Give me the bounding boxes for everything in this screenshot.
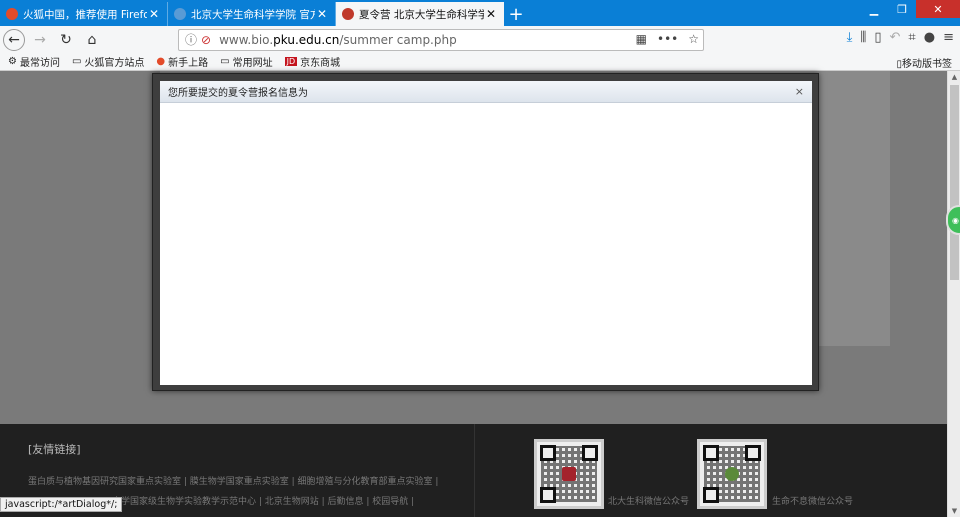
scroll-up-icon[interactable]: ▲ (950, 73, 959, 81)
art-dialog: 您所要提交的夏令营报名信息为 × (152, 73, 819, 391)
url-path: /summer camp.php (339, 32, 457, 47)
tab-title: 北京大学生命科学学院 官方网站 (191, 8, 315, 21)
tab-summer-camp[interactable]: 夏令营 北京大学生命科学学院 ✕ (336, 2, 504, 26)
bookmark-item[interactable]: ▭ 常用网址 (220, 54, 272, 69)
pku-logo-icon (562, 467, 576, 481)
tab-strip: 火狐中国，推荐使用 Firefox 火 ✕ 北京大学生命科学学院 官方网站 ✕ … (0, 0, 960, 26)
wechat-qr-code (697, 439, 767, 509)
status-bar: javascript:/*artDialog*/; (0, 497, 123, 512)
window-controls: ▁ ❐ ✕ (860, 0, 960, 18)
wechat-qr-code (534, 439, 604, 509)
bookmark-item[interactable]: JD 京东商城 (284, 54, 340, 69)
address-bar[interactable]: ⓘ ⊘ www.bio. pku.edu.cn/summer camp.php ▦… (178, 28, 704, 51)
close-tab-icon[interactable]: ✕ (484, 7, 498, 21)
qr-caption: 北大生科微信公众号 (608, 497, 690, 507)
library-icon[interactable]: ⫼ (860, 30, 866, 45)
bookmark-item[interactable]: ⚙ 最常访问 (8, 54, 60, 69)
tracking-blocked-icon[interactable]: ⊘ (201, 33, 211, 47)
maximize-icon[interactable]: ❐ (888, 0, 916, 18)
folder-icon: ▭ (71, 56, 82, 67)
qr-code-icon[interactable]: ▦ (636, 32, 647, 46)
side-widget-icon: ◉ (952, 215, 959, 225)
home-icon[interactable]: ⌂ (81, 29, 103, 51)
page-actions-icon[interactable]: ••• (657, 32, 678, 46)
info-icon[interactable]: ⓘ (185, 31, 197, 48)
bookmark-star-icon[interactable]: ☆ (688, 32, 699, 46)
download-icon[interactable]: ⤓ (847, 30, 853, 45)
footer-links-title: [友情链接] (28, 443, 81, 456)
folder-icon: ▭ (220, 56, 230, 67)
screenshot-icon[interactable]: ⌗ (908, 30, 915, 45)
navigation-toolbar: ← → ↻ ⌂ ⓘ ⊘ www.bio. pku.edu.cn/summer ca… (0, 26, 960, 53)
footer-links-row[interactable]: 大学国家级生物学实验教学示范中心 | 北京生物网站 | 后勤信息 | 校园导航 … (112, 494, 414, 507)
url-domain: pku.edu.cn (273, 32, 340, 47)
window-close-icon[interactable]: ✕ (916, 0, 960, 18)
footer: [友情链接] 蛋白质与植物基因研究国家重点实验室 | 膜生物学国家重点实验室 |… (0, 424, 947, 517)
minimize-icon[interactable]: ▁ (860, 0, 888, 18)
pku-icon (174, 8, 186, 20)
bookmark-item[interactable]: ● 新手上路 (156, 54, 208, 69)
bookmark-item[interactable]: ▭ 火狐官方站点 (72, 54, 144, 69)
url-prefix: www.bio. (219, 32, 274, 47)
scrollbar-thumb[interactable] (950, 85, 959, 280)
menu-icon[interactable]: ≡ (943, 30, 954, 45)
chat-icon[interactable]: ● (924, 30, 935, 45)
mobile-bookmarks[interactable]: ▯移动版书签 (896, 55, 952, 70)
undo-icon[interactable]: ↶ (890, 30, 901, 45)
toolbar-icons: ⤓ ⫼ ▯ ↶ ⌗ ● ≡ (847, 30, 954, 45)
close-tab-icon[interactable]: ✕ (147, 7, 161, 21)
firefox-icon (6, 8, 18, 20)
bookmarks-toolbar: ⚙ 最常访问 ▭ 火狐官方站点 ● 新手上路 ▭ 常用网址 JD 京东商城 ▯移动版书签 (0, 53, 960, 71)
tab-title: 夏令营 北京大学生命科学学院 (359, 8, 484, 21)
firefox-icon: ● (156, 56, 166, 67)
dialog-header[interactable]: 您所要提交的夏令营报名信息为 × (160, 81, 812, 103)
dialog-title: 您所要提交的夏令营报名信息为 (168, 88, 308, 99)
footer-divider (474, 424, 475, 517)
qr-caption: 生命不息微信公众号 (772, 497, 854, 507)
scroll-down-icon[interactable]: ▼ (950, 507, 959, 515)
back-icon[interactable]: ← (3, 28, 25, 51)
tab-firefox[interactable]: 火狐中国，推荐使用 Firefox 火 ✕ (0, 2, 168, 26)
footer-links-row[interactable]: 蛋白质与植物基因研究国家重点实验室 | 膜生物学国家重点实验室 | 细胞增殖与分… (28, 474, 438, 487)
jd-icon: JD (284, 57, 298, 66)
sidebar-icon[interactable]: ▯ (874, 30, 881, 45)
close-tab-icon[interactable]: ✕ (315, 7, 329, 21)
new-tab-button[interactable]: + (504, 2, 528, 26)
pku-icon (342, 8, 354, 20)
dialog-close-icon[interactable]: × (795, 85, 804, 98)
reload-icon[interactable]: ↻ (55, 29, 77, 51)
globe-logo-icon (725, 467, 739, 481)
dialog-body (160, 103, 812, 385)
forward-icon[interactable]: → (29, 29, 51, 51)
gear-icon: ⚙ (8, 56, 17, 67)
tab-title: 火狐中国，推荐使用 Firefox 火 (23, 8, 147, 21)
page-scrollbar[interactable]: ▲ ▼ (947, 71, 960, 517)
tab-pku-bio[interactable]: 北京大学生命科学学院 官方网站 ✕ (168, 2, 336, 26)
